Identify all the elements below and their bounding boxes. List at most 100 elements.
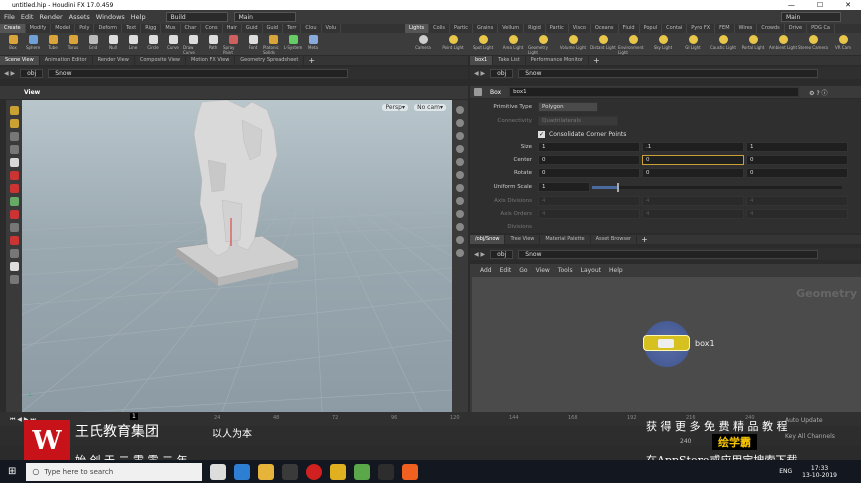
wire-icon[interactable] xyxy=(456,158,464,166)
center-y-field[interactable]: 0 xyxy=(642,155,744,165)
tool-box[interactable]: Box xyxy=(3,33,23,55)
main-dropdown[interactable]: Main xyxy=(233,12,296,22)
camera-tool-icon[interactable] xyxy=(9,262,19,271)
gear-icon[interactable]: ⚙ ? ⓘ xyxy=(809,88,827,97)
add-tab-icon[interactable]: + xyxy=(637,235,648,244)
shelf-tab-text[interactable]: Text xyxy=(122,24,142,33)
menu-file[interactable]: File xyxy=(4,13,15,21)
background-icon[interactable] xyxy=(456,223,464,231)
key-channels-button[interactable]: Key All Channels xyxy=(785,433,835,440)
blender-icon[interactable] xyxy=(330,463,347,480)
camera-menu[interactable]: No cam▾ xyxy=(414,104,446,111)
center-z-field[interactable]: 0 xyxy=(746,155,848,165)
axis-div-z-field[interactable]: 4 xyxy=(746,196,848,206)
shelf-tab-rigg[interactable]: Rigg xyxy=(141,24,162,33)
shelf-tab-pdg-ca[interactable]: PDG Ca xyxy=(807,24,835,33)
close-button[interactable]: ✕ xyxy=(845,1,851,9)
tab-performance-monitor[interactable]: Performance Monitor xyxy=(526,56,589,65)
tab-asset-browser[interactable]: Asset Browser xyxy=(591,235,638,244)
connectivity-menu[interactable]: Quadrilaterals xyxy=(538,116,618,126)
back-icon[interactable]: ◀ ▶ xyxy=(474,70,485,77)
tool-gi-light[interactable]: GI Light xyxy=(678,33,708,55)
add-tab-icon[interactable]: + xyxy=(589,56,600,65)
shelf-tab-partic[interactable]: Partic xyxy=(450,24,474,33)
display-option-icon[interactable] xyxy=(456,106,464,114)
menu-windows[interactable]: Windows xyxy=(96,13,125,21)
file-explorer-icon[interactable] xyxy=(258,463,275,480)
shelf-tab-lights[interactable]: Lights xyxy=(405,24,430,33)
shelf-tab-cons[interactable]: Cons xyxy=(201,24,223,33)
handle-tool-icon[interactable] xyxy=(9,158,19,167)
snapshot-icon[interactable] xyxy=(456,236,464,244)
primitive-type-menu[interactable]: Polygon xyxy=(538,102,598,112)
net-menu-view[interactable]: View xyxy=(536,267,550,274)
current-frame[interactable]: 1 xyxy=(130,413,138,420)
path-snow[interactable]: Snow xyxy=(48,68,349,78)
clock[interactable]: 17:33 13-10-2019 xyxy=(802,465,837,479)
shelf-tab-oceans[interactable]: Oceans xyxy=(591,24,619,33)
tool-point-light[interactable]: Point Light xyxy=(438,33,468,55)
box1-node[interactable] xyxy=(643,335,690,351)
select-tool-icon[interactable] xyxy=(9,106,19,115)
tool-stereo-camera[interactable]: Stereo Camera xyxy=(798,33,828,55)
net-menu-tools[interactable]: Tools xyxy=(558,267,573,274)
auto-update-label[interactable]: Auto Update xyxy=(785,417,823,424)
path-obj[interactable]: obj xyxy=(20,68,44,78)
shelf-tab-mus[interactable]: Mus xyxy=(161,24,181,33)
opera-icon[interactable] xyxy=(306,463,323,480)
store-icon[interactable] xyxy=(282,463,299,480)
axis-order-z-field[interactable]: 4 xyxy=(746,209,848,219)
size-z-field[interactable]: 1 xyxy=(746,142,848,152)
tool-line[interactable]: Line xyxy=(123,33,143,55)
shelf-tab-wires[interactable]: Wires xyxy=(735,24,758,33)
shelf-tab-drive[interactable]: Drive xyxy=(785,24,808,33)
pose-tool-icon[interactable] xyxy=(9,145,19,154)
slider-handle[interactable] xyxy=(617,182,619,192)
menu-assets[interactable]: Assets xyxy=(69,13,90,21)
tool-tube[interactable]: Tube xyxy=(43,33,63,55)
path-snow[interactable]: Snow xyxy=(518,68,819,78)
tab-render-view[interactable]: Render View xyxy=(93,56,135,65)
path-obj[interactable]: obj xyxy=(490,68,514,78)
shelf-tab-crowds[interactable]: Crowds xyxy=(757,24,785,33)
back-icon[interactable]: ◀ ▶ xyxy=(4,70,15,77)
grid-tool-icon[interactable] xyxy=(9,223,19,232)
uniform-scale-slider[interactable] xyxy=(592,182,842,192)
menu-render[interactable]: Render xyxy=(39,13,62,21)
uniform-scale-field[interactable]: 1 xyxy=(538,182,590,192)
render-region-icon[interactable] xyxy=(456,249,464,257)
tool-geometry-light[interactable]: Geometry Light xyxy=(528,33,558,55)
end-frame[interactable]: 240 xyxy=(680,438,691,445)
shelf-tab-char[interactable]: Char xyxy=(181,24,202,33)
tab-geometry-spreadsheet[interactable]: Geometry Spreadsheet xyxy=(235,56,305,65)
tool-spot-light[interactable]: Spot Light xyxy=(468,33,498,55)
tool-environment-light[interactable]: Environment Light xyxy=(618,33,648,55)
shelf-tab-grains[interactable]: Grains xyxy=(473,24,499,33)
shading-icon[interactable] xyxy=(456,119,464,127)
align-tool-icon[interactable] xyxy=(9,249,19,258)
tool-sky-light[interactable]: Sky Light xyxy=(648,33,678,55)
shelf-tab-terr[interactable]: Terr xyxy=(283,24,302,33)
task-view-icon[interactable] xyxy=(210,463,227,480)
back-icon[interactable]: ◀ ▶ xyxy=(474,251,485,258)
consolidate-checkbox[interactable]: ✓ xyxy=(538,130,545,138)
net-menu-go[interactable]: Go xyxy=(519,267,527,274)
magnet-tool-icon[interactable] xyxy=(9,210,19,219)
shelf-tab-contai[interactable]: Contai xyxy=(662,24,688,33)
taskbar-search[interactable]: ○ Type here to search xyxy=(26,462,203,481)
size-x-field[interactable]: 1 xyxy=(538,142,640,152)
tab-scene-view[interactable]: Scene View xyxy=(0,56,40,65)
tool-font[interactable]: Font xyxy=(243,33,263,55)
tab-obj-snow[interactable]: /obj/Snow xyxy=(470,235,506,244)
add-tab-icon[interactable]: + xyxy=(304,56,315,65)
tool-camera[interactable]: Camera xyxy=(408,33,438,55)
tab-motion-fx-view[interactable]: Motion FX View xyxy=(186,56,236,65)
shelf-tab-volu[interactable]: Volu xyxy=(322,24,342,33)
shelf-tab-hair[interactable]: Hair xyxy=(223,24,242,33)
center-x-field[interactable]: 0 xyxy=(538,155,640,165)
tab-animation-editor[interactable]: Animation Editor xyxy=(40,56,93,65)
tool-grid[interactable]: Grid xyxy=(83,33,103,55)
rotate-y-field[interactable]: 0 xyxy=(642,168,744,178)
shelf-tab-guid[interactable]: Guid xyxy=(263,24,284,33)
shelf-tab-popul[interactable]: Popul xyxy=(640,24,663,33)
